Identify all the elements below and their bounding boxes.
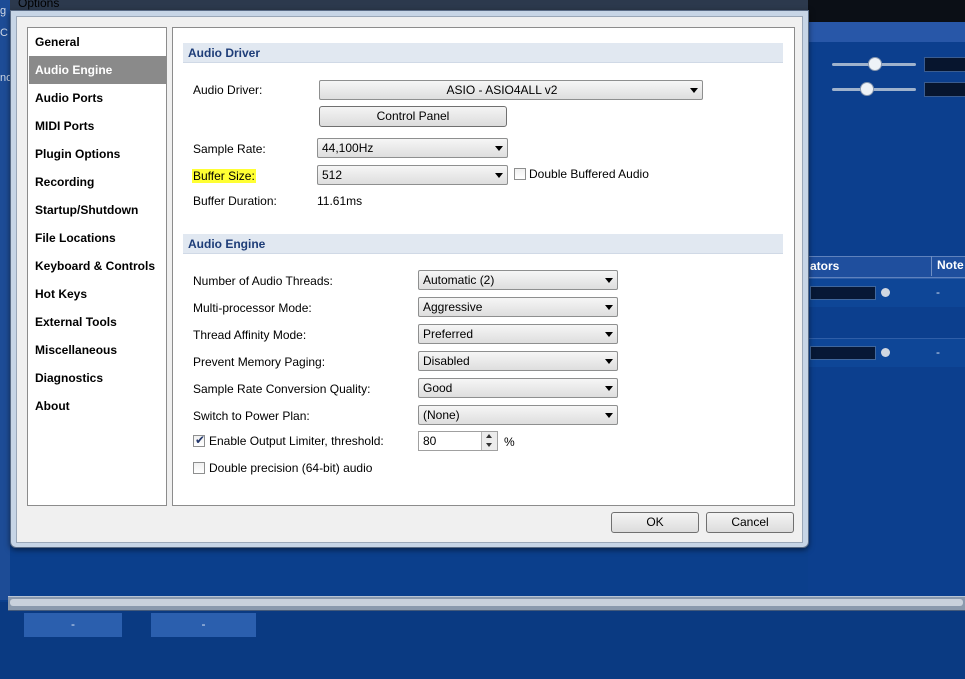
multiprocessor-mode-dropdown[interactable]: Aggressive — [418, 297, 618, 317]
audio-driver-label: Audio Driver: — [193, 83, 263, 97]
chevron-down-icon — [605, 332, 613, 337]
stepper-down-icon[interactable] — [481, 441, 497, 450]
section-audio-driver-title: Audio Driver — [183, 43, 783, 63]
nav-item-diagnostics[interactable]: Diagnostics — [29, 364, 166, 392]
note-value: - — [936, 285, 940, 299]
double-buffered-checkbox[interactable] — [514, 168, 526, 180]
header-monitors: ators — [810, 259, 840, 273]
nav-item-keyboard-controls[interactable]: Keyboard & Controls — [29, 252, 166, 280]
cancel-button[interactable]: Cancel — [706, 512, 794, 533]
thread-affinity-dropdown[interactable]: Preferred — [418, 324, 618, 344]
note-value: - — [936, 345, 940, 359]
checkmark-icon: ✔ — [195, 433, 206, 447]
nav-item-general[interactable]: General — [29, 28, 166, 56]
audio-threads-value: Automatic (2) — [423, 273, 495, 287]
chevron-down-icon — [690, 88, 698, 93]
nav-item-hot-keys[interactable]: Hot Keys — [29, 280, 166, 308]
audio-driver-dropdown[interactable]: ASIO - ASIO4ALL v2 — [319, 80, 703, 100]
power-plan-value: (None) — [423, 408, 460, 422]
audio-threads-label: Number of Audio Threads: — [193, 274, 333, 288]
audio-engine-panel: Audio Driver Audio Driver: ASIO - ASIO4A… — [172, 27, 795, 506]
double-buffered-label: Double Buffered Audio — [529, 167, 649, 181]
bottom-button-1[interactable]: - — [24, 613, 122, 637]
dialog-title: Options — [18, 0, 60, 10]
ok-button[interactable]: OK — [611, 512, 699, 533]
chevron-down-icon — [605, 305, 613, 310]
sample-rate-dropdown[interactable]: 44,100Hz — [317, 138, 508, 158]
dialog-body: General Audio Engine Audio Ports MIDI Po… — [16, 16, 803, 543]
buffer-duration-label: Buffer Duration: — [193, 194, 277, 208]
memory-paging-label: Prevent Memory Paging: — [193, 355, 326, 369]
left-edge-text: g — [0, 5, 7, 17]
options-dialog: General Audio Engine Audio Ports MIDI Po… — [10, 10, 809, 548]
level-display — [924, 57, 965, 72]
power-plan-dropdown[interactable]: (None) — [418, 405, 618, 425]
buffer-duration-value: 11.61ms — [317, 194, 363, 208]
src-quality-value: Good — [423, 381, 453, 395]
chevron-down-icon — [605, 359, 613, 364]
nav-item-file-locations[interactable]: File Locations — [29, 224, 166, 252]
header-divider — [931, 256, 932, 276]
power-plan-label: Switch to Power Plan: — [193, 409, 310, 423]
limiter-threshold-stepper[interactable]: 80 — [418, 431, 498, 451]
chevron-down-icon — [495, 146, 503, 151]
options-nav-list: General Audio Engine Audio Ports MIDI Po… — [27, 27, 167, 506]
chevron-down-icon — [605, 413, 613, 418]
double-precision-label: Double precision (64-bit) audio — [209, 461, 373, 475]
control-panel-button[interactable]: Control Panel — [319, 106, 507, 127]
background-right-panel — [808, 42, 965, 602]
double-precision-checkbox[interactable] — [193, 462, 205, 474]
nav-item-audio-engine[interactable]: Audio Engine — [29, 56, 166, 84]
chevron-down-icon — [605, 386, 613, 391]
buffer-size-dropdown[interactable]: 512 — [317, 165, 508, 185]
buffer-size-label: Buffer Size: — [192, 169, 256, 183]
output-limiter-checkbox[interactable]: ✔ — [193, 433, 206, 447]
nav-item-midi-ports[interactable]: MIDI Ports — [29, 112, 166, 140]
multiprocessor-mode-value: Aggressive — [423, 300, 483, 314]
memory-paging-value: Disabled — [423, 354, 470, 368]
audio-driver-value: ASIO - ASIO4ALL v2 — [446, 83, 558, 97]
nav-item-recording[interactable]: Recording — [29, 168, 166, 196]
multiprocessor-mode-label: Multi-processor Mode: — [193, 301, 312, 315]
nav-item-startup-shutdown[interactable]: Startup/Shutdown — [29, 196, 166, 224]
pan-slider-track[interactable] — [832, 88, 916, 91]
bottom-button-2[interactable]: - — [151, 613, 256, 637]
audio-threads-dropdown[interactable]: Automatic (2) — [418, 270, 618, 290]
level-display — [924, 82, 965, 97]
track-meter — [810, 346, 876, 360]
section-audio-engine-title: Audio Engine — [183, 234, 783, 254]
src-quality-label: Sample Rate Conversion Quality: — [193, 382, 371, 396]
sample-rate-value: 44,100Hz — [322, 141, 374, 155]
background-toolbar-strip — [805, 22, 965, 42]
background-left-edge: g C no — [0, 0, 12, 600]
nav-item-external-tools[interactable]: External Tools — [29, 308, 166, 336]
output-limiter-label: Enable Output Limiter, threshold: — [209, 434, 384, 448]
sample-rate-label: Sample Rate: — [193, 142, 266, 156]
nav-item-miscellaneous[interactable]: Miscellaneous — [29, 336, 166, 364]
thread-affinity-label: Thread Affinity Mode: — [193, 328, 307, 342]
chevron-down-icon — [495, 173, 503, 178]
volume-slider-knob[interactable] — [868, 57, 882, 71]
header-notes: Note — [937, 258, 964, 272]
track-meter — [810, 286, 876, 300]
limiter-unit: % — [504, 435, 515, 449]
src-quality-dropdown[interactable]: Good — [418, 378, 618, 398]
nav-item-audio-ports[interactable]: Audio Ports — [29, 84, 166, 112]
chevron-down-icon — [605, 278, 613, 283]
monitor-dot-icon[interactable] — [881, 348, 890, 357]
nav-item-about[interactable]: About — [29, 392, 166, 420]
pan-slider-knob[interactable] — [860, 82, 874, 96]
horizontal-scrollbar[interactable] — [8, 596, 965, 611]
memory-paging-dropdown[interactable]: Disabled — [418, 351, 618, 371]
nav-item-plugin-options[interactable]: Plugin Options — [29, 140, 166, 168]
buffer-size-value: 512 — [322, 168, 343, 182]
limiter-threshold-value: 80 — [423, 434, 437, 448]
scrollbar-thumb[interactable] — [10, 599, 963, 606]
monitor-dot-icon[interactable] — [881, 288, 890, 297]
left-edge-text: C — [0, 27, 8, 39]
thread-affinity-value: Preferred — [423, 327, 474, 341]
